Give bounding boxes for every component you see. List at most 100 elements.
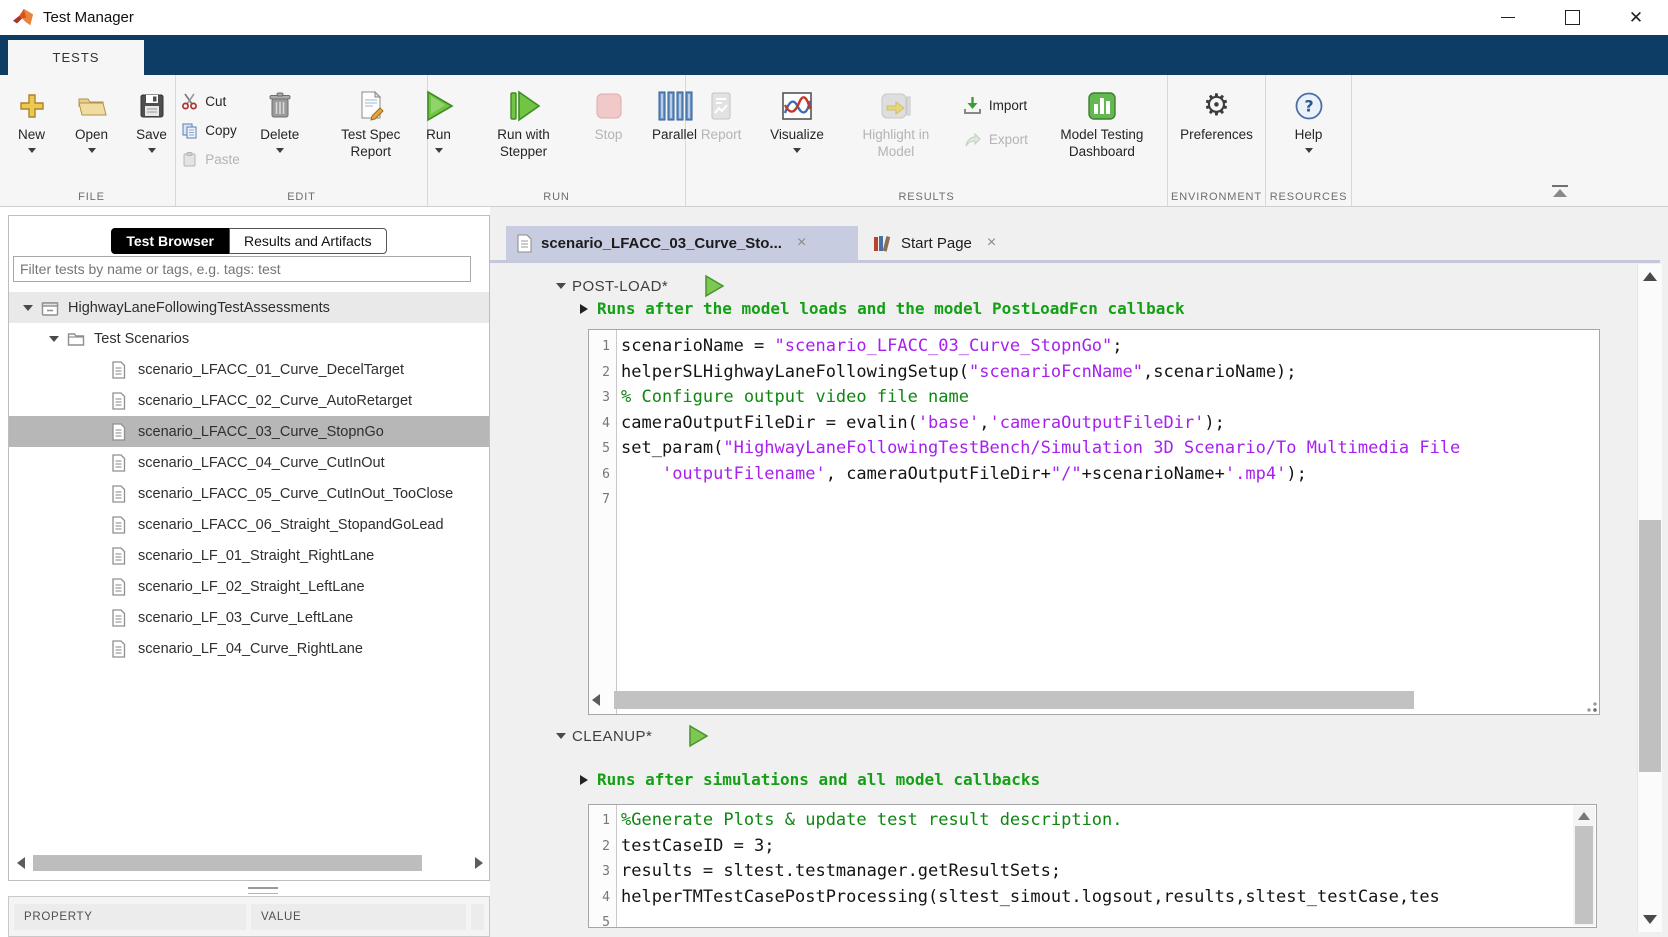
export-button[interactable]: Export (963, 127, 1028, 151)
expander-icon[interactable] (49, 336, 59, 342)
report-button[interactable]: Report (693, 85, 749, 144)
delete-button[interactable]: Delete (252, 85, 308, 153)
new-button[interactable]: New (4, 85, 60, 153)
scroll-right-icon[interactable] (475, 857, 483, 869)
run-with-stepper-button[interactable]: Run with Stepper (477, 85, 571, 161)
open-button[interactable]: Open (64, 85, 120, 153)
toolbar-group-results: Report Visualize Highlight in Model Impo… (686, 75, 1168, 206)
column-header-property[interactable]: PROPERTY (14, 904, 246, 930)
scroll-up-icon[interactable] (1643, 272, 1657, 281)
run-section-button[interactable] (686, 724, 710, 748)
help-button[interactable]: ? Help (1281, 85, 1337, 153)
open-icon (76, 85, 108, 127)
close-tab-icon[interactable]: × (797, 234, 806, 252)
resize-grip-icon[interactable] (1585, 700, 1597, 712)
expand-description-icon[interactable] (580, 775, 588, 785)
scrollbar-thumb[interactable] (33, 855, 422, 871)
editor-vertical-scrollbar[interactable] (1573, 806, 1595, 926)
maximize-button[interactable] (1540, 0, 1604, 35)
stop-label: Stop (595, 127, 623, 144)
tree-item[interactable]: scenario_LF_03_Curve_LeftLane (9, 602, 489, 633)
maximize-icon (1565, 10, 1580, 25)
document-tab-start-page[interactable]: Start Page × (862, 226, 1014, 260)
tab-tests[interactable]: TESTS (8, 40, 144, 75)
expander-icon[interactable] (23, 305, 33, 311)
tree-item[interactable]: scenario_LF_01_Straight_RightLane (9, 540, 489, 571)
stop-button[interactable]: Stop (581, 85, 637, 144)
test-case-icon (516, 234, 532, 253)
model-testing-dashboard-button[interactable]: Model Testing Dashboard (1044, 85, 1160, 161)
post-load-code-editor[interactable]: 1scenarioName = "scenario_LFACC_03_Curve… (588, 329, 1600, 715)
scroll-left-icon[interactable] (17, 857, 25, 869)
report-label: Report (701, 127, 742, 144)
editor-horizontal-scrollbar[interactable] (592, 690, 1596, 710)
tree-horizontal-scrollbar[interactable] (17, 854, 483, 872)
tree-item-label: scenario_LFACC_05_Curve_CutInOut_TooClos… (138, 486, 453, 502)
scroll-up-icon[interactable] (1578, 812, 1590, 820)
scroll-down-icon[interactable] (1643, 915, 1657, 924)
expand-description-icon[interactable] (580, 304, 588, 314)
tab-results-and-artifacts[interactable]: Results and Artifacts (229, 228, 387, 254)
post-load-section-header[interactable]: POST-LOAD* (556, 274, 726, 298)
visualize-button[interactable]: Visualize (765, 85, 829, 153)
collapse-ribbon-button[interactable] (1552, 185, 1568, 197)
column-header-value[interactable]: VALUE (251, 904, 466, 930)
run-section-button[interactable] (702, 274, 726, 298)
scroll-left-icon[interactable] (592, 694, 600, 706)
tree-item[interactable]: scenario_LFACC_02_Curve_AutoRetarget (9, 385, 489, 416)
cleanup-code-editor[interactable]: 1%Generate Plots & update test result de… (588, 804, 1597, 928)
close-tab-icon[interactable]: × (987, 234, 996, 252)
preferences-button[interactable]: ⚙ Preferences (1175, 85, 1258, 144)
toolbar-group-edit: Cut Copy Paste Delete (176, 75, 428, 206)
cut-button[interactable]: Cut (181, 89, 240, 113)
tree-item[interactable]: scenario_LF_02_Straight_LeftLane (9, 571, 489, 602)
scrollbar-thumb[interactable] (1575, 826, 1593, 924)
filter-tests-input[interactable] (13, 256, 471, 282)
run-icon (423, 85, 455, 127)
cut-label: Cut (205, 94, 226, 109)
tree-item-label: scenario_LFACC_06_Straight_StopandGoLead (138, 517, 444, 533)
test-spec-report-icon (356, 85, 386, 127)
test-spec-report-button[interactable]: Test Spec Report (320, 85, 422, 161)
tree-item[interactable]: scenario_LFACC_01_Curve_DecelTarget (9, 354, 489, 385)
code-line: 'outputFilename', cameraOutputFileDir+"/… (621, 462, 1307, 488)
description-text: Runs after the model loads and the model… (597, 299, 1185, 318)
code-line: set_param("HighwayLaneFollowingTestBench… (621, 436, 1460, 462)
tree-item[interactable]: scenario_LFACC_05_Curve_CutInOut_TooClos… (9, 478, 489, 509)
books-icon (872, 234, 892, 253)
import-button[interactable]: Import (963, 93, 1028, 117)
tree-item[interactable]: scenario_LFACC_03_Curve_StopnGo (9, 416, 489, 447)
tree-item[interactable]: HighwayLaneFollowingTestAssessments (9, 292, 489, 323)
paste-button[interactable]: Paste (181, 147, 240, 171)
main-vertical-scrollbar[interactable] (1637, 264, 1662, 932)
tree-item[interactable]: scenario_LFACC_06_Straight_StopandGoLead (9, 509, 489, 540)
testcase-icon (111, 423, 129, 441)
run-button[interactable]: Run (411, 85, 467, 153)
save-button[interactable]: Save (124, 85, 180, 153)
document-tab-scenario[interactable]: scenario_LFACC_03_Curve_Sto... × (506, 226, 858, 260)
tree-item[interactable]: scenario_LF_04_Curve_RightLane (9, 633, 489, 664)
minimize-button[interactable] (1476, 0, 1540, 35)
post-load-description[interactable]: Runs after the model loads and the model… (580, 299, 1185, 318)
section-label-run: RUN (428, 191, 685, 203)
testcase-icon (111, 640, 129, 658)
line-number: 6 (589, 462, 621, 488)
toolbar-group-environment: ⚙ Preferences ENVIRONMENT (1168, 75, 1266, 206)
copy-button[interactable]: Copy (181, 118, 240, 142)
svg-text:?: ? (1304, 97, 1313, 116)
scrollbar-thumb[interactable] (614, 691, 1414, 709)
paste-icon (181, 151, 198, 168)
collapse-section-icon[interactable] (556, 733, 566, 739)
testcase-icon (111, 485, 129, 503)
collapse-section-icon[interactable] (556, 283, 566, 289)
cleanup-description[interactable]: Runs after simulations and all model cal… (580, 770, 1040, 789)
panel-splitter-handle[interactable] (248, 887, 278, 894)
tab-test-browser[interactable]: Test Browser (111, 228, 229, 254)
close-button[interactable]: ✕ (1604, 0, 1668, 35)
scrollbar-thumb[interactable] (1639, 520, 1661, 772)
tree-item[interactable]: Test Scenarios (9, 323, 489, 354)
code-line: scenarioName = "scenario_LFACC_03_Curve_… (621, 334, 1123, 360)
cleanup-section-header[interactable]: CLEANUP* (556, 724, 710, 748)
highlight-in-model-button[interactable]: Highlight in Model (845, 85, 947, 161)
tree-item[interactable]: scenario_LFACC_04_Curve_CutInOut (9, 447, 489, 478)
